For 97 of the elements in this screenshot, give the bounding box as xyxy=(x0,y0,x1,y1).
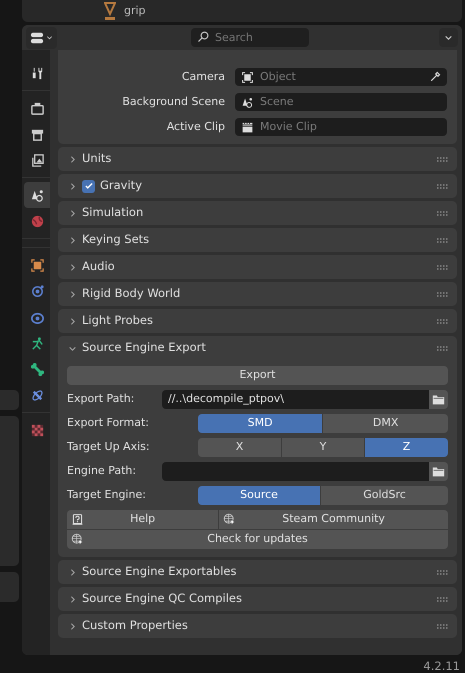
panel-title: Source Engine Exportables xyxy=(82,563,238,580)
toggle-option[interactable]: GoldSrc xyxy=(321,486,448,505)
chevron-icon xyxy=(68,316,77,326)
panel-title: Gravity xyxy=(100,177,144,194)
panel-header[interactable]: Source Engine Export xyxy=(58,336,457,360)
grip-icon xyxy=(437,262,449,272)
grip-icon xyxy=(437,182,449,190)
properties-tab[interactable] xyxy=(24,182,50,208)
link-button[interactable]: Check for updates xyxy=(67,530,448,549)
chevron-icon xyxy=(68,236,77,244)
panel-header[interactable]: Source Engine QC Compiles xyxy=(58,587,457,611)
panel-title: Audio xyxy=(82,258,116,276)
clapper-icon xyxy=(241,120,254,134)
chevron-icon xyxy=(68,208,77,218)
object-field[interactable]: Movie Clip xyxy=(235,118,447,136)
search-icon xyxy=(197,31,209,43)
shapes-icon xyxy=(30,188,44,202)
panel-title: Simulation xyxy=(82,204,144,222)
square-icon xyxy=(30,258,44,272)
chevron-icon xyxy=(68,290,77,298)
field-label: Export Path: xyxy=(67,391,136,408)
folder-button[interactable] xyxy=(429,462,448,481)
grip-icon xyxy=(437,290,449,298)
field-label: Export Format: xyxy=(67,415,150,432)
chevron-down-icon xyxy=(444,33,453,42)
images-icon xyxy=(30,152,44,168)
field-label: Camera xyxy=(180,68,226,85)
field-label: Active Clip xyxy=(166,118,226,135)
link-button[interactable]: Help xyxy=(67,510,218,529)
chevron-icon xyxy=(68,182,77,190)
field-label: Engine Path: xyxy=(67,463,138,480)
object-field[interactable]: Scene xyxy=(235,93,447,111)
dropdown-button[interactable] xyxy=(439,28,458,47)
link-button[interactable]: Steam Community xyxy=(219,510,448,529)
checker-icon xyxy=(30,422,44,438)
field-label: Target Engine: xyxy=(67,487,147,504)
panel-title: Keying Sets xyxy=(82,231,150,248)
orbit-icon xyxy=(30,284,44,298)
figure-icon xyxy=(30,336,44,350)
panel-title: Light Probes xyxy=(82,312,154,330)
grip-icon xyxy=(437,154,449,164)
panel-header[interactable]: Custom Properties xyxy=(58,614,457,638)
object-icon xyxy=(241,70,254,84)
field-label: Background Scene xyxy=(121,94,226,110)
version-label: 4.2.11 xyxy=(423,658,460,673)
panel-header[interactable]: Light Probes xyxy=(58,309,457,333)
panel-title: Source Engine QC Compiles xyxy=(82,590,243,608)
object-field[interactable]: Object xyxy=(235,68,447,86)
globe-cursor-icon xyxy=(223,513,236,526)
toggle-option[interactable]: SMD xyxy=(198,414,322,433)
outliner-item[interactable]: grip xyxy=(124,2,146,20)
toggle-option[interactable]: X xyxy=(198,438,281,457)
panel-header[interactable]: Source Engine Exportables xyxy=(58,560,457,584)
folder-icon xyxy=(432,393,445,406)
check-icon xyxy=(84,181,94,191)
grip-icon xyxy=(437,594,449,604)
toggle-option[interactable]: Z xyxy=(365,438,448,457)
panel-header[interactable]: Units xyxy=(58,147,457,171)
grip-icon xyxy=(437,344,449,352)
search-field[interactable]: Search xyxy=(191,28,309,47)
chevron-icon xyxy=(68,568,77,576)
shapes-icon xyxy=(241,96,254,108)
globe-cursor-icon xyxy=(71,533,84,546)
toggle-option[interactable]: Source xyxy=(198,486,320,505)
toggle-option[interactable]: DMX xyxy=(323,414,448,433)
chevron-icon xyxy=(68,622,77,630)
path-field[interactable] xyxy=(162,462,429,481)
panel-title: Rigid Body World xyxy=(82,285,182,302)
help-book-icon xyxy=(71,513,84,526)
grip-icon xyxy=(437,568,449,576)
panel-header[interactable]: Simulation xyxy=(58,201,457,225)
bone-constraint-icon xyxy=(30,388,44,402)
grip-icon xyxy=(437,236,449,244)
panel-title: Units xyxy=(82,150,112,168)
grip-icon xyxy=(437,208,449,218)
path-field[interactable]: //..\decompile_ptpov\ xyxy=(162,390,429,409)
checkbox[interactable] xyxy=(82,180,95,192)
export-button[interactable]: Export xyxy=(67,366,448,385)
toggle-option[interactable]: Y xyxy=(282,438,364,457)
grip-icon xyxy=(437,316,449,326)
chevron-icon xyxy=(68,154,77,164)
folder-icon xyxy=(432,465,445,478)
field-label: Target Up Axis: xyxy=(67,439,151,456)
caret-icon xyxy=(46,34,53,41)
panel-title: Custom Properties xyxy=(82,617,189,634)
panel-title: Source Engine Export xyxy=(82,339,207,356)
chevron-icon xyxy=(68,594,77,604)
panel-header[interactable]: Audio xyxy=(58,255,457,279)
folder-button[interactable] xyxy=(429,390,448,409)
panel-header[interactable]: Keying Sets xyxy=(58,228,457,252)
grip-icon xyxy=(437,622,449,630)
toggle-icon xyxy=(30,30,44,44)
globe-icon xyxy=(30,214,44,228)
chevron-icon xyxy=(68,262,77,272)
panel-header[interactable]: Gravity xyxy=(58,174,457,198)
editor-type-button[interactable] xyxy=(26,26,57,48)
panel-header[interactable]: Rigid Body World xyxy=(58,282,457,306)
